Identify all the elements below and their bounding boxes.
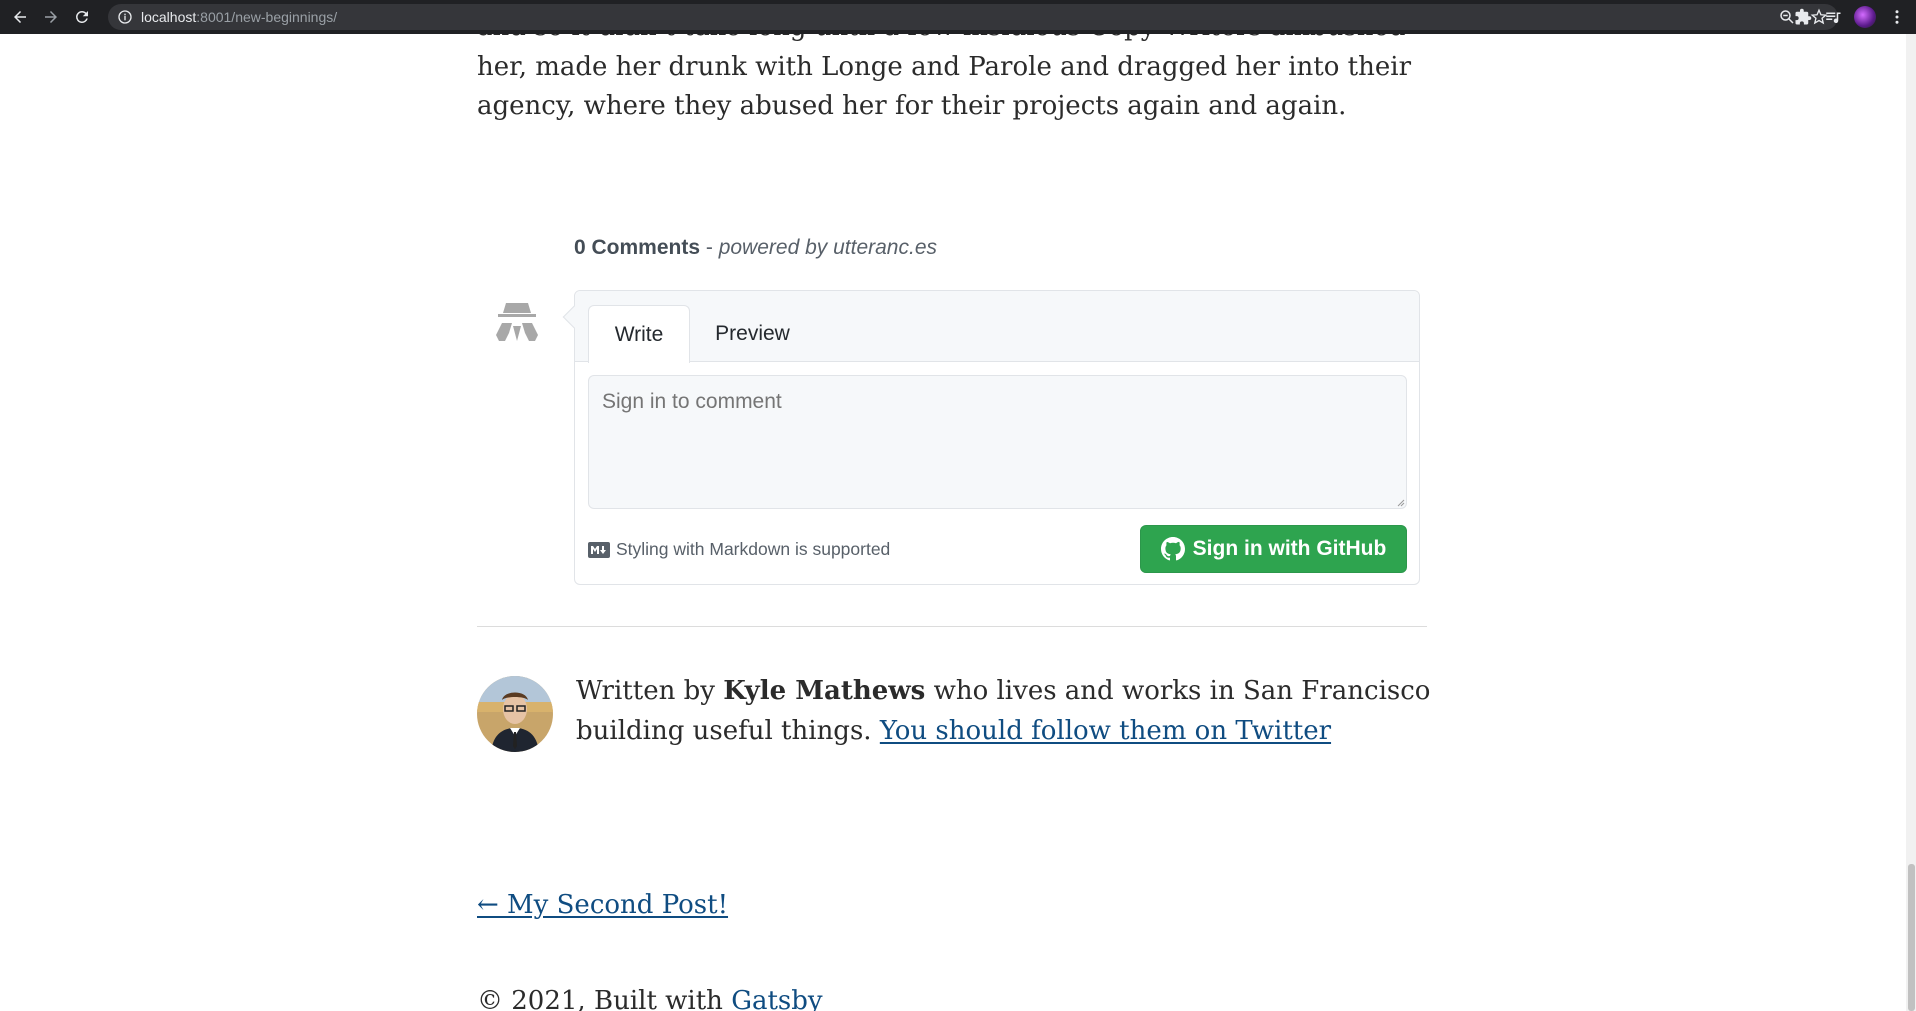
comments-count: 0 Comments: [574, 236, 701, 259]
media-queue-icon[interactable]: [1824, 8, 1842, 26]
comments-header: 0 Comments - powered by utteranc.es: [574, 236, 937, 259]
address-bar[interactable]: localhost:8001/new-beginnings/: [108, 4, 1838, 30]
url-text: localhost:8001/new-beginnings/: [141, 9, 338, 25]
github-icon: [1160, 537, 1185, 561]
section-divider: [477, 626, 1427, 627]
article-paragraph: and so it didn’t take long until a few i…: [477, 34, 1411, 121]
previous-post-link[interactable]: ← My Second Post!: [477, 886, 728, 926]
gatsby-link[interactable]: Gatsby: [731, 986, 822, 1011]
markdown-note: Styling with Markdown is supported: [588, 539, 890, 560]
tab-preview[interactable]: Preview: [695, 305, 810, 363]
anonymous-user-icon: [496, 303, 538, 341]
scrollbar-thumb[interactable]: [1908, 864, 1915, 1011]
comment-tabs: Write Preview: [575, 291, 1419, 363]
extensions-puzzle-icon[interactable]: [1794, 8, 1812, 26]
comment-box: Write Preview Styling with Markdown is s…: [562, 290, 1420, 585]
comment-input[interactable]: [588, 375, 1407, 509]
twitter-link[interactable]: You should follow them on Twitter: [880, 716, 1331, 746]
resize-grip-icon[interactable]: [1395, 497, 1405, 507]
markdown-icon: [588, 541, 610, 558]
powered-by[interactable]: powered by utteranc.es: [719, 236, 937, 259]
site-footer: © 2021, Built with Gatsby: [477, 982, 823, 1011]
reload-icon[interactable]: [71, 6, 93, 28]
profile-avatar[interactable]: [1854, 6, 1876, 28]
sign-in-github-button[interactable]: Sign in with GitHub: [1140, 525, 1407, 573]
tab-write[interactable]: Write: [588, 305, 690, 363]
forward-arrow-icon[interactable]: [40, 6, 62, 28]
browser-toolbar: localhost:8001/new-beginnings/: [0, 0, 1916, 34]
page-content: and so it didn’t take long until a few i…: [0, 34, 1906, 1011]
author-bio: Written by Kyle Mathews who lives and wo…: [576, 676, 1431, 746]
site-info-icon[interactable]: [117, 9, 133, 25]
menu-dots-icon[interactable]: [1888, 8, 1906, 26]
back-arrow-icon[interactable]: [9, 6, 31, 28]
page-scrollbar[interactable]: [1906, 34, 1916, 1011]
author-name: Kyle Mathews: [723, 676, 926, 706]
author-avatar: [477, 676, 553, 752]
